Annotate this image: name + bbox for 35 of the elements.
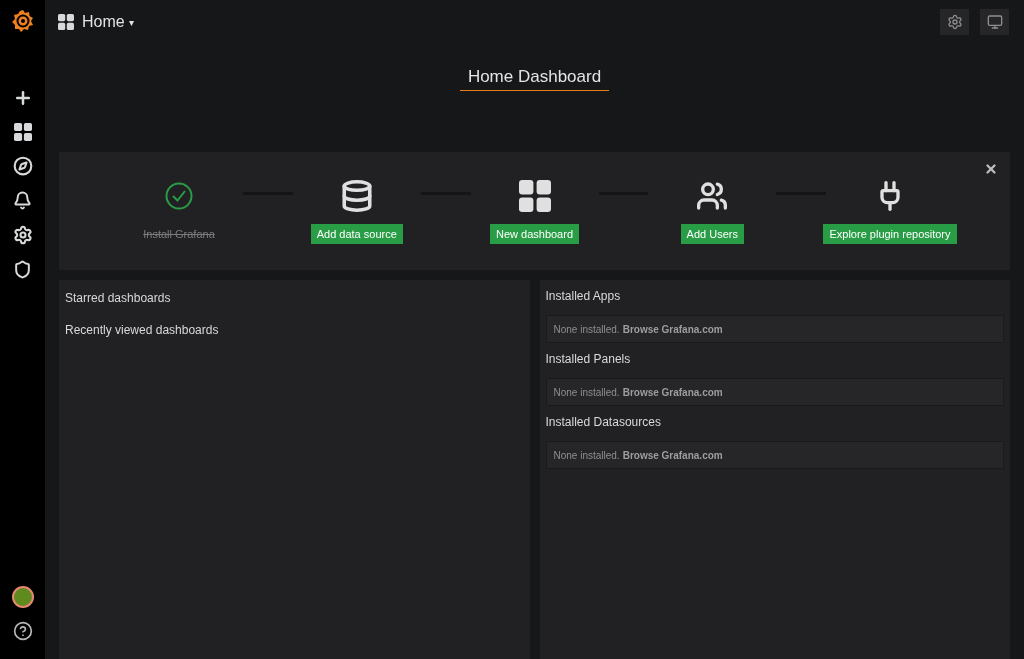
- check-circle-icon: [165, 182, 193, 210]
- shield-icon[interactable]: [13, 260, 32, 279]
- empty-state-text: None installed.: [553, 385, 620, 400]
- dashboard-title: Home Dashboard: [459, 64, 610, 91]
- section-heading: Starred dashboards: [65, 290, 172, 307]
- dashboards-icon: [13, 123, 32, 141]
- browse-link[interactable]: Browse Grafana.com: [622, 384, 723, 400]
- empty-state-text: None installed.: [553, 322, 620, 337]
- section-heading: Installed Datasources: [545, 414, 662, 431]
- step-button[interactable]: New dashboard: [489, 224, 580, 244]
- users-icon: [696, 180, 729, 212]
- grid-icon: [518, 180, 551, 212]
- settings-icon: [946, 14, 963, 30]
- bell-icon[interactable]: [13, 191, 32, 210]
- browse-link[interactable]: Browse Grafana.com: [622, 447, 723, 463]
- tv-mode-button[interactable]: [980, 9, 1009, 35]
- dashboard-picker[interactable]: Home ▾: [82, 10, 134, 34]
- monitor-icon: [986, 14, 1003, 30]
- empty-state-text: None installed.: [553, 448, 620, 463]
- step-label: Install Grafana: [143, 227, 215, 242]
- avatar[interactable]: [11, 586, 34, 608]
- database-icon: [339, 179, 374, 213]
- step-button[interactable]: Add data source: [310, 224, 403, 244]
- close-button[interactable]: [984, 162, 998, 176]
- help-icon[interactable]: [12, 621, 33, 641]
- settings-icon[interactable]: [12, 225, 33, 245]
- section-heading: Installed Apps: [545, 288, 622, 305]
- compass-icon[interactable]: [12, 156, 33, 176]
- dashboards-icon: [58, 14, 74, 30]
- step-button[interactable]: Add Users: [680, 224, 744, 244]
- step-button[interactable]: Explore plugin repository: [823, 224, 957, 244]
- section-heading: Installed Panels: [545, 351, 632, 368]
- settings-button[interactable]: [940, 9, 969, 35]
- browse-link[interactable]: Browse Grafana.com: [622, 321, 723, 337]
- section-heading: Recently viewed dashboards: [65, 322, 220, 339]
